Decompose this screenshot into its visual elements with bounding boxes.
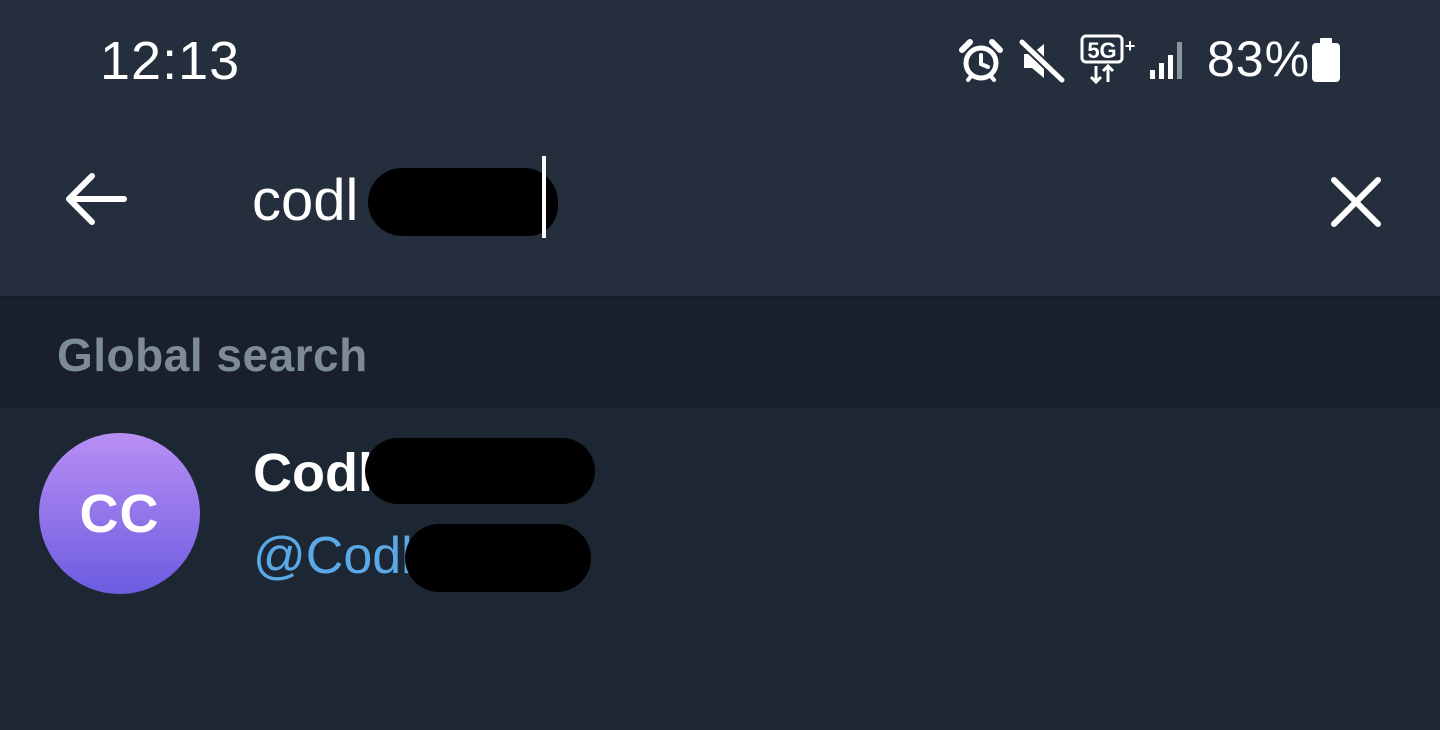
- section-header: Global search: [0, 298, 1440, 408]
- battery-icon: [1312, 38, 1340, 82]
- back-button[interactable]: [56, 164, 140, 234]
- redaction: [405, 524, 591, 592]
- svg-text:5G: 5G: [1087, 38, 1116, 63]
- search-toolbar: codl: [0, 120, 1440, 296]
- avatar: CC: [39, 433, 200, 594]
- search-input-value: codl: [252, 168, 359, 233]
- close-icon: [1331, 177, 1381, 227]
- search-result-row[interactable]: CC Codl @Codl: [0, 408, 1440, 620]
- result-username: @Codl: [253, 527, 413, 585]
- section-title: Global search: [57, 329, 368, 381]
- redaction: [368, 168, 558, 236]
- result-name: Codl: [253, 443, 373, 503]
- battery-percent: 83%: [1207, 31, 1311, 87]
- 5g-icon: 5G +: [1080, 34, 1136, 84]
- avatar-initials: CC: [79, 483, 160, 544]
- status-time: 12:13: [100, 31, 241, 91]
- alarm-icon: [959, 39, 1003, 82]
- text-caret: [542, 156, 546, 238]
- svg-text:+: +: [1125, 36, 1136, 56]
- status-bar: 12:13 5G + 83%: [0, 0, 1440, 120]
- signal-icon: [1150, 42, 1182, 79]
- redaction: [365, 438, 595, 504]
- arrow-left-icon: [66, 173, 127, 225]
- search-input[interactable]: codl: [240, 140, 1280, 270]
- clear-search-button[interactable]: [1318, 164, 1394, 240]
- muted-icon: [1018, 38, 1066, 84]
